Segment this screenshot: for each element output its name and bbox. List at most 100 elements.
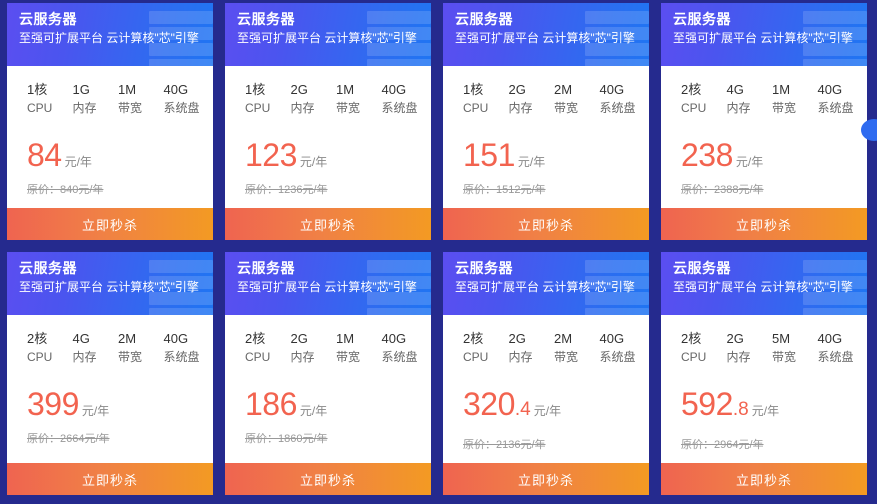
spec-list: 1核 CPU 2G 内存 1M 带宽 40G 系统盘 [237,80,419,117]
product-card[interactable]: 云服务器 至强可扩展平台 云计算核"芯"引擎 1核 CPU 1G 内存 1M 带… [7,3,213,240]
spec-value-memory: 2G [726,331,744,346]
spec-item: 40G 系统盘 [592,80,638,117]
card-title: 云服务器 [237,11,295,27]
spec-value-cpu: 2核 [27,331,48,346]
price-integer: 399 [27,386,79,422]
card-header: 云服务器 至强可扩展平台 云计算核"芯"引擎 [225,252,431,315]
card-title: 云服务器 [673,260,731,276]
spec-item: 1G 内存 [65,80,111,117]
spec-item: 2G 内存 [283,329,329,366]
spec-value-memory: 2G [290,331,308,346]
buy-now-button[interactable]: 立即秒杀 [661,208,867,240]
buy-now-button[interactable]: 立即秒杀 [225,208,431,240]
spec-value-cpu: 2核 [245,331,266,346]
product-card[interactable]: 云服务器 至强可扩展平台 云计算核"芯"引擎 2核 CPU 4G 内存 1M 带… [661,3,867,240]
spec-value-disk: 40G [381,82,407,97]
price-unit: 元/年 [64,155,92,169]
spec-label-disk: 系统盘 [817,350,854,364]
spec-item: 2M 带宽 [546,80,592,117]
buy-now-button[interactable]: 立即秒杀 [661,463,867,495]
product-card[interactable]: 云服务器 至强可扩展平台 云计算核"芯"引擎 2核 CPU 4G 内存 2M 带… [7,252,213,495]
product-card[interactable]: 云服务器 至强可扩展平台 云计算核"芯"引擎 2核 CPU 2G 内存 1M 带… [225,252,431,495]
card-header: 云服务器 至强可扩展平台 云计算核"芯"引擎 [7,3,213,66]
spec-value-disk: 40G [817,82,843,97]
spec-value-disk: 40G [163,82,189,97]
spec-value-disk: 40G [163,331,189,346]
spec-item: 2核 CPU [237,329,283,366]
buy-now-button[interactable]: 立即秒杀 [225,463,431,495]
spec-label-cpu: CPU [463,101,489,115]
spec-label-memory: 内存 [726,350,751,364]
price-unit: 元/年 [299,404,328,418]
spec-item: 4G 内存 [65,329,111,366]
buy-now-button[interactable]: 立即秒杀 [7,463,213,495]
spec-label-memory: 内存 [72,101,97,115]
spec-label-bandwidth: 带宽 [772,101,797,115]
spec-value-disk: 40G [817,331,843,346]
spec-item: 2M 带宽 [110,329,156,366]
spec-label-disk: 系统盘 [817,101,854,115]
price-unit: 元/年 [517,155,546,169]
price-unit: 元/年 [751,404,780,418]
spec-item: 2核 CPU [455,329,501,366]
card-title: 云服务器 [673,11,731,27]
product-card-grid: 云服务器 至强可扩展平台 云计算核"芯"引擎 1核 CPU 1G 内存 1M 带… [7,3,870,495]
original-price: 原价：1860元/年 [245,433,328,445]
price-row: 592 .8 元/年 [673,388,855,426]
card-subtitle: 至强可扩展平台 云计算核"芯"引擎 [673,280,853,294]
card-body: 1核 CPU 1G 内存 1M 带宽 40G 系统盘 84 元/年 原价：840… [7,66,213,197]
spec-label-memory: 内存 [72,350,97,364]
spec-item: 1M 带宽 [328,329,374,366]
card-subtitle: 至强可扩展平台 云计算核"芯"引擎 [455,31,635,45]
spec-label-memory: 内存 [290,101,315,115]
card-subtitle: 至强可扩展平台 云计算核"芯"引擎 [455,280,635,294]
spec-value-memory: 2G [508,331,526,346]
spec-item: 5M 带宽 [764,329,810,366]
original-price: 原价：1512元/年 [463,184,546,196]
card-header: 云服务器 至强可扩展平台 云计算核"芯"引擎 [7,252,213,315]
spec-value-disk: 40G [599,82,625,97]
card-header: 云服务器 至强可扩展平台 云计算核"芯"引擎 [661,3,867,66]
buy-now-button[interactable]: 立即秒杀 [443,463,649,495]
spec-item: 40G 系统盘 [156,329,202,366]
spec-value-cpu: 1核 [27,82,48,97]
spec-value-bandwidth: 2M [118,331,137,346]
product-card[interactable]: 云服务器 至强可扩展平台 云计算核"芯"引擎 1核 CPU 2G 内存 2M 带… [443,3,649,240]
spec-label-bandwidth: 带宽 [118,350,143,364]
original-price: 原价：1236元/年 [245,184,328,196]
spec-label-bandwidth: 带宽 [554,101,579,115]
spec-value-bandwidth: 2M [554,331,573,346]
price-integer: 123 [245,137,297,173]
price-unit: 元/年 [533,404,562,418]
spec-label-disk: 系统盘 [381,350,418,364]
product-card[interactable]: 云服务器 至强可扩展平台 云计算核"芯"引擎 2核 CPU 2G 内存 2M 带… [443,252,649,495]
card-subtitle: 至强可扩展平台 云计算核"芯"引擎 [19,280,199,294]
spec-value-bandwidth: 1M [772,82,791,97]
spec-label-cpu: CPU [27,101,53,115]
price-integer: 186 [245,386,297,422]
spec-label-memory: 内存 [508,101,533,115]
product-card[interactable]: 云服务器 至强可扩展平台 云计算核"芯"引擎 2核 CPU 2G 内存 5M 带… [661,252,867,495]
card-title: 云服务器 [19,260,77,276]
spec-label-bandwidth: 带宽 [118,101,143,115]
spec-item: 2G 内存 [283,80,329,117]
spec-value-cpu: 2核 [681,82,702,97]
spec-value-bandwidth: 1M [336,331,355,346]
spec-value-bandwidth: 1M [336,82,355,97]
card-subtitle: 至强可扩展平台 云计算核"芯"引擎 [237,31,417,45]
spec-label-bandwidth: 带宽 [336,350,361,364]
price-row: 320 .4 元/年 [455,388,637,426]
product-card[interactable]: 云服务器 至强可扩展平台 云计算核"芯"引擎 1核 CPU 2G 内存 1M 带… [225,3,431,240]
spec-value-memory: 2G [508,82,526,97]
price-row: 151 元/年 [455,139,637,171]
spec-item: 2G 内存 [719,329,765,366]
original-price: 原价：840元/年 [27,184,104,196]
card-header: 云服务器 至强可扩展平台 云计算核"芯"引擎 [661,252,867,315]
buy-now-button[interactable]: 立即秒杀 [7,208,213,240]
buy-now-button[interactable]: 立即秒杀 [443,208,649,240]
spec-value-cpu: 2核 [463,331,484,346]
spec-item: 1核 CPU [19,80,65,117]
card-header: 云服务器 至强可扩展平台 云计算核"芯"引擎 [443,3,649,66]
spec-value-cpu: 1核 [245,82,266,97]
card-title: 云服务器 [455,11,513,27]
